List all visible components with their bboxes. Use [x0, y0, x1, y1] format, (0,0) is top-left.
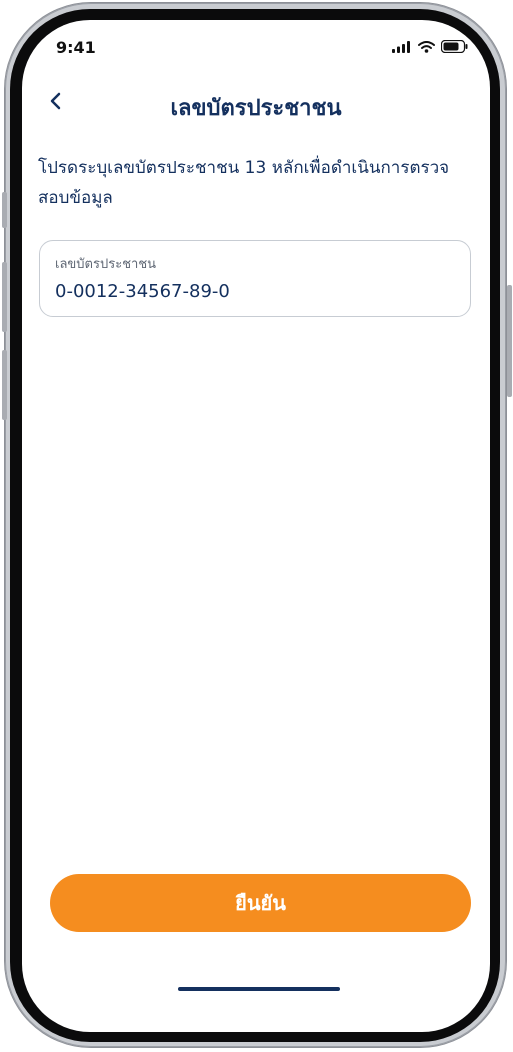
volume-down-button	[2, 350, 7, 420]
id-card-field[interactable]: เลขบัตรประชาชน 0-0012-34567-89-0	[39, 240, 471, 317]
power-button	[507, 285, 512, 397]
instruction-text: โปรดระบุเลขบัตรประชาชน 13 หลักเพื่อดำเนิ…	[38, 158, 450, 208]
mute-switch	[2, 192, 7, 228]
id-card-field-label: เลขบัตรประชาชน	[55, 257, 157, 272]
status-time: 9:41	[56, 38, 96, 57]
screen: 9:41 เลขบัตรประชาชน โปรดระบุเลขบัตรประชา…	[22, 20, 490, 1032]
id-card-field-value[interactable]: 0-0012-34567-89-0	[55, 281, 230, 302]
battery-icon	[441, 40, 468, 53]
wifi-icon	[418, 40, 435, 53]
signal-icon	[392, 40, 410, 53]
home-indicator[interactable]	[178, 987, 340, 991]
status-icons	[392, 40, 468, 53]
page-title: เลขบัตรประชาชน	[170, 96, 342, 121]
confirm-button[interactable]: ยืนยัน	[50, 874, 471, 932]
volume-up-button	[2, 262, 7, 332]
